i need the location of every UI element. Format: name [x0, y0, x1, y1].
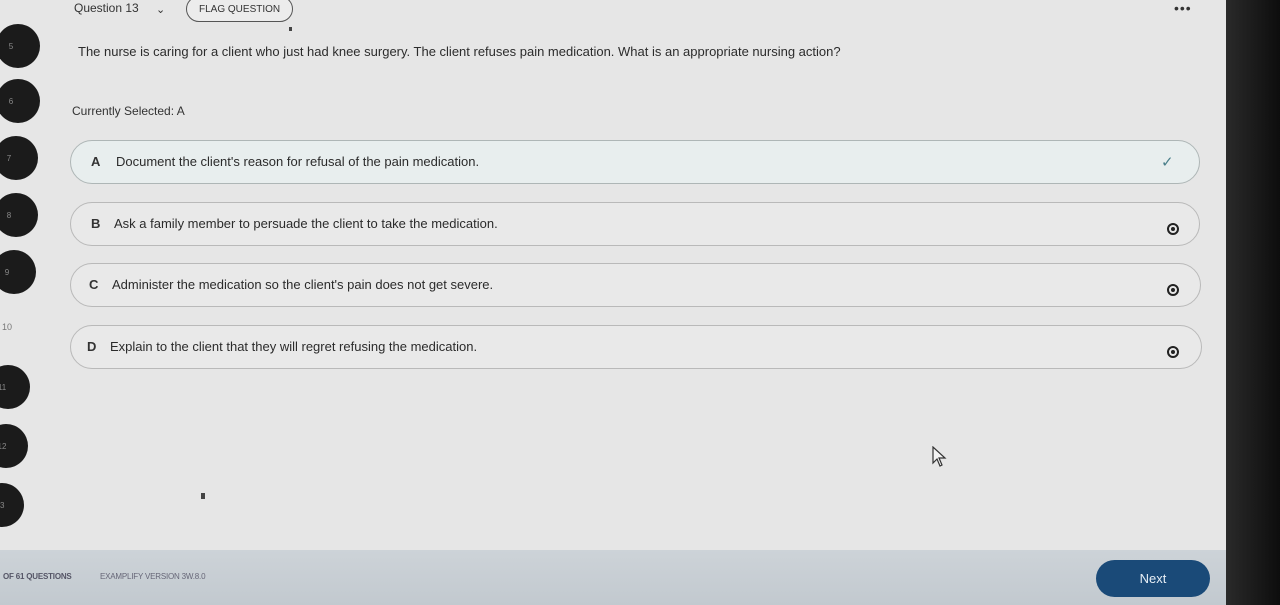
answer-letter: C [89, 277, 99, 292]
answer-text: Explain to the client that they will reg… [110, 339, 478, 354]
eye-icon[interactable] [1167, 223, 1179, 235]
currently-selected-label: Currently Selected: A [72, 104, 185, 118]
rail-item-13[interactable]: 13 [0, 483, 24, 527]
rail-item-8[interactable]: 8 [0, 193, 38, 237]
rail-item-10[interactable]: 10 [2, 322, 12, 332]
screen-speck [201, 493, 205, 499]
answer-letter: B [91, 216, 101, 231]
rail-item-9[interactable]: 9 [0, 250, 36, 294]
flag-question-button[interactable]: FLAG QUESTION [186, 0, 294, 22]
answer-option-d[interactable]: D Explain to the client that they will r… [70, 325, 1202, 369]
screen-speck [289, 27, 292, 31]
answer-option-b[interactable]: B Ask a family member to persuade the cl… [70, 202, 1200, 246]
answer-option-c[interactable]: C Administer the medication so the clien… [70, 263, 1201, 307]
footer-bar: OF 61 QUESTIONS EXAMPLIFY VERSION 3W.8.0… [0, 550, 1226, 605]
answer-text: Administer the medication so the client'… [112, 277, 494, 292]
exam-screen: 5 6 7 8 9 10 11 12 13 Question 13 ⌄ FLAG… [0, 0, 1226, 605]
eye-icon[interactable] [1167, 284, 1179, 296]
answer-text: Document the client's reason for refusal… [116, 154, 480, 169]
more-horizontal-icon[interactable]: ••• [1174, 0, 1192, 16]
answer-letter: D [87, 339, 97, 354]
question-stem: The nurse is caring for a client who jus… [78, 44, 841, 59]
app-version: EXAMPLIFY VERSION 3W.8.0 [100, 572, 206, 581]
next-button[interactable]: Next [1096, 560, 1210, 597]
rail-item-6[interactable]: 6 [0, 79, 40, 123]
rail-item-7[interactable]: 7 [0, 136, 38, 180]
answer-text: Ask a family member to persuade the clie… [114, 216, 498, 231]
rail-item-5[interactable]: 5 [0, 24, 40, 68]
mouse-cursor-icon [932, 446, 947, 467]
check-icon: ✓ [1161, 154, 1174, 171]
question-number[interactable]: Question 13 [74, 1, 139, 15]
question-count: OF 61 QUESTIONS [3, 572, 72, 581]
eye-icon[interactable] [1167, 346, 1179, 358]
rail-item-12[interactable]: 12 [0, 424, 28, 468]
answer-letter: A [91, 154, 101, 169]
answer-option-a[interactable]: A Document the client's reason for refus… [70, 140, 1200, 184]
question-rail: 5 6 7 8 9 10 11 12 13 [0, 0, 48, 550]
chevron-down-icon[interactable]: ⌄ [156, 3, 165, 16]
monitor-bezel [1226, 0, 1280, 605]
rail-item-11[interactable]: 11 [0, 365, 30, 409]
